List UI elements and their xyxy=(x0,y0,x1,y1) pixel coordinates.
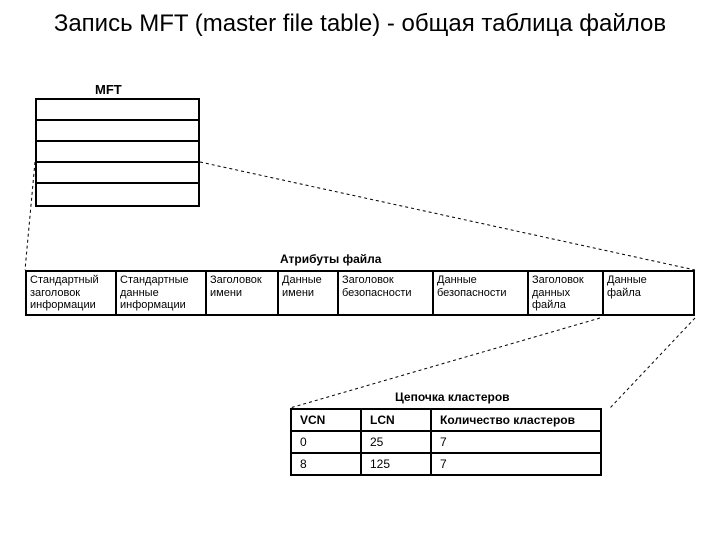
chain-cell: 25 xyxy=(361,431,431,453)
attributes-label: Атрибуты файла xyxy=(280,252,381,266)
mft-row xyxy=(37,121,198,142)
chain-cell: 0 xyxy=(291,431,361,453)
chain-header: VCN xyxy=(291,409,361,431)
attr-cell: Данныебезопасности xyxy=(434,272,529,314)
mft-row xyxy=(37,184,198,205)
chain-cell: 7 xyxy=(431,453,601,475)
attr-cell: Стандартныеданныеинформации xyxy=(117,272,207,314)
chain-row: 0 25 7 xyxy=(291,431,601,453)
chain-cell: 125 xyxy=(361,453,431,475)
chain-header: Количество кластеров xyxy=(431,409,601,431)
mft-row xyxy=(37,100,198,121)
chain-table: VCN LCN Количество кластеров 0 25 7 8 12… xyxy=(290,408,602,476)
chain-header-row: VCN LCN Количество кластеров xyxy=(291,409,601,431)
chain-cell: 8 xyxy=(291,453,361,475)
chain-header: LCN xyxy=(361,409,431,431)
mft-label: MFT xyxy=(95,82,122,97)
attributes-row: Стандартныйзаголовокинформации Стандартн… xyxy=(25,270,695,316)
chain-cell: 7 xyxy=(431,431,601,453)
attr-cell: Заголовокданныхфайла xyxy=(529,272,604,314)
attr-cell: Данныеимени xyxy=(279,272,339,314)
mft-row xyxy=(37,142,198,163)
attr-cell: Заголовокбезопасности xyxy=(339,272,434,314)
page-title: Запись MFT (master file table) - общая т… xyxy=(0,0,720,43)
chain-row: 8 125 7 xyxy=(291,453,601,475)
attr-cell: Стандартныйзаголовокинформации xyxy=(27,272,117,314)
attr-cell: Заголовокимени xyxy=(207,272,279,314)
chain-label: Цепочка кластеров xyxy=(395,390,510,404)
mft-table xyxy=(35,98,200,207)
attr-cell: Данныефайла xyxy=(604,272,693,314)
mft-row xyxy=(37,163,198,184)
